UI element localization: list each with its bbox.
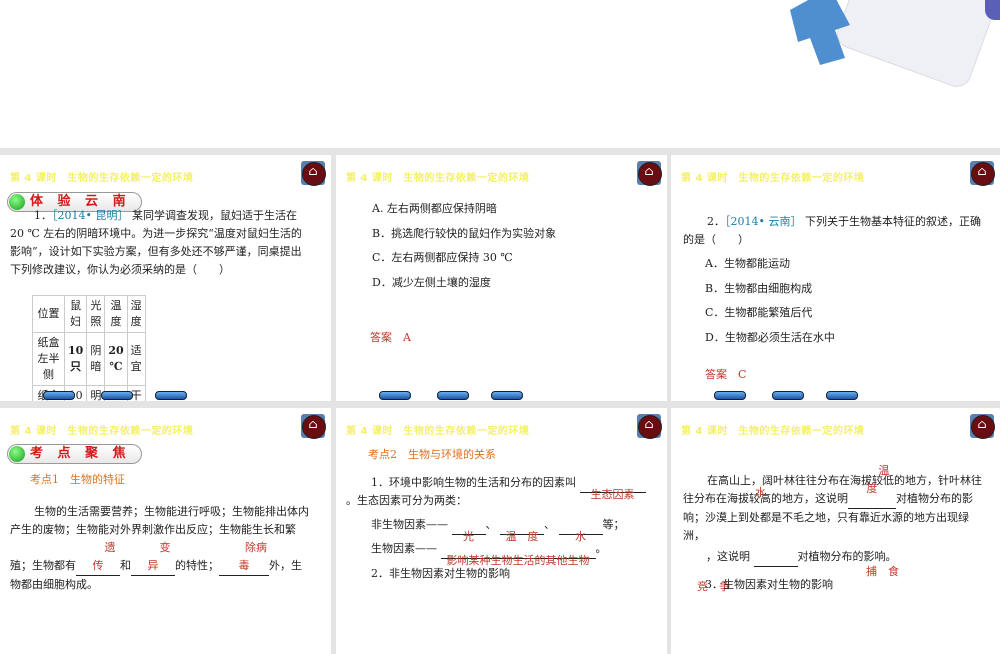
- nav-button-2[interactable]: [772, 391, 804, 400]
- home-icon: ⌂: [977, 417, 987, 431]
- nav-button-3[interactable]: [826, 391, 858, 400]
- key-point-title: 考点2 生物与环境的关系: [368, 448, 496, 461]
- home-button[interactable]: ⌂: [970, 161, 995, 186]
- nav-button-1[interactable]: [379, 391, 411, 400]
- home-icon: ⌂: [977, 164, 987, 178]
- home-button[interactable]: ⌂: [301, 414, 326, 439]
- question-text: 2．［2014• 云南］ 下列关于生物基本特征的叙述，正确的是（ ）: [683, 215, 981, 246]
- option-d: D．减少左侧土壤的湿度: [372, 276, 491, 289]
- text-line: 生物因素—— 影响某种生物生活的其他生物 。: [371, 542, 607, 567]
- home-icon: ⌂: [644, 164, 654, 178]
- home-button[interactable]: ⌂: [637, 161, 662, 186]
- slide-thumbnail-1[interactable]: 第 4 课时 生物的生存依赖一定的环境 ⌂ 体 验 云 南 1．［2014• 昆…: [0, 155, 331, 401]
- home-icon: ⌂: [308, 417, 318, 431]
- nav-button-1[interactable]: [43, 391, 75, 400]
- fill-answer: 捕 食: [866, 565, 899, 578]
- experiment-table: 位置鼠妇光照温度湿度 纸盒左半侧10只阴暗20 ℃适宜 纸盒10明30干: [32, 295, 146, 401]
- slide-thumbnail-6[interactable]: 第 4 课时 生物的生存依赖一定的环境 ⌂ 在高山上，阔叶林往往分布在海拔较低的…: [671, 408, 1000, 654]
- text-line: 。生态因素可分为两类：: [346, 494, 467, 507]
- option-d: D．生物都必须生活在水中: [705, 331, 835, 344]
- nav-button-1[interactable]: [714, 391, 746, 400]
- home-icon: ⌂: [308, 164, 318, 178]
- home-button[interactable]: ⌂: [637, 414, 662, 439]
- slide-header: 第 4 课时 生物的生存依赖一定的环境: [681, 426, 865, 437]
- slide-header: 第 4 课时 生物的生存依赖一定的环境: [681, 173, 865, 184]
- text-line: 3．生物因素对生物的影响: [705, 578, 833, 591]
- home-button[interactable]: ⌂: [301, 161, 326, 186]
- top-banner: 考: [0, 0, 1000, 148]
- slide-thumbnail-3[interactable]: 第 4 课时 生物的生存依赖一定的环境 ⌂ 2．［2014• 云南］ 下列关于生…: [671, 155, 1000, 401]
- slide-header: 第 4 课时 生物的生存依赖一定的环境: [10, 173, 194, 184]
- option-b: B．生物都由细胞构成: [705, 282, 813, 295]
- home-icon: ⌂: [644, 417, 654, 431]
- nav-button-2[interactable]: [101, 391, 133, 400]
- nav-button-3[interactable]: [491, 391, 523, 400]
- option-c: C．生物都能繁殖后代: [705, 306, 813, 319]
- text-line: 非生物因素—— 光 、 温 度 、 水 等；: [371, 518, 625, 543]
- key-point-title: 考点1 生物的特征: [30, 473, 125, 486]
- text-line: 2．非生物因素对生物的影响: [371, 567, 510, 580]
- slide-header: 第 4 课时 生物的生存依赖一定的环境: [10, 426, 194, 437]
- nav-button-3[interactable]: [155, 391, 187, 400]
- slide-header: 第 4 课时 生物的生存依赖一定的环境: [346, 426, 530, 437]
- text-line: 1．环境中影响生物的生活和分布的因素叫 生态因素: [371, 474, 646, 501]
- option-a: A．生物都能运动: [705, 257, 790, 270]
- slide-thumbnail-4[interactable]: 第 4 课时 生物的生存依赖一定的环境 ⌂ 考 点 聚 焦 考点1 生物的特征 …: [0, 408, 331, 654]
- slide-thumbnail-2[interactable]: 第 4 课时 生物的生存依赖一定的环境 ⌂ A. 左右两侧都应保持阴暗 B．挑选…: [336, 155, 667, 401]
- answer-text: 答案 A: [370, 331, 411, 344]
- key-point-text: 生物的生活需要营养；生物能进行呼吸；生物能排出体内产生的废物；生物能对外界刺激作…: [10, 505, 309, 591]
- home-button[interactable]: ⌂: [970, 414, 995, 439]
- slide-header: 第 4 课时 生物的生存依赖一定的环境: [346, 173, 530, 184]
- decorative-arrow-graphic: 考: [790, 0, 1000, 87]
- paragraph: 在高山上，阔叶林往往分布在海拔较低的地方，针叶林往往分布在海拔较高的地方，这说明…: [683, 464, 982, 542]
- option-c: C．左右两侧都应保持 30 ℃: [372, 251, 513, 264]
- answer-text: 答案 C: [705, 368, 747, 381]
- slide-thumbnail-5[interactable]: 第 4 课时 生物的生存依赖一定的环境 ⌂ 考点2 生物与环境的关系 1．环境中…: [336, 408, 667, 654]
- option-a: A. 左右两侧都应保持阴暗: [372, 202, 497, 215]
- nav-button-2[interactable]: [437, 391, 469, 400]
- option-b: B．挑选爬行较快的鼠妇作为实验对象: [372, 227, 557, 240]
- question-text: 1．［2014• 昆明］ 某同学调查发现，鼠妇适于生活在 20 ℃ 左右的阴暗环…: [10, 209, 302, 276]
- section-badge: 考 点 聚 焦: [7, 444, 142, 464]
